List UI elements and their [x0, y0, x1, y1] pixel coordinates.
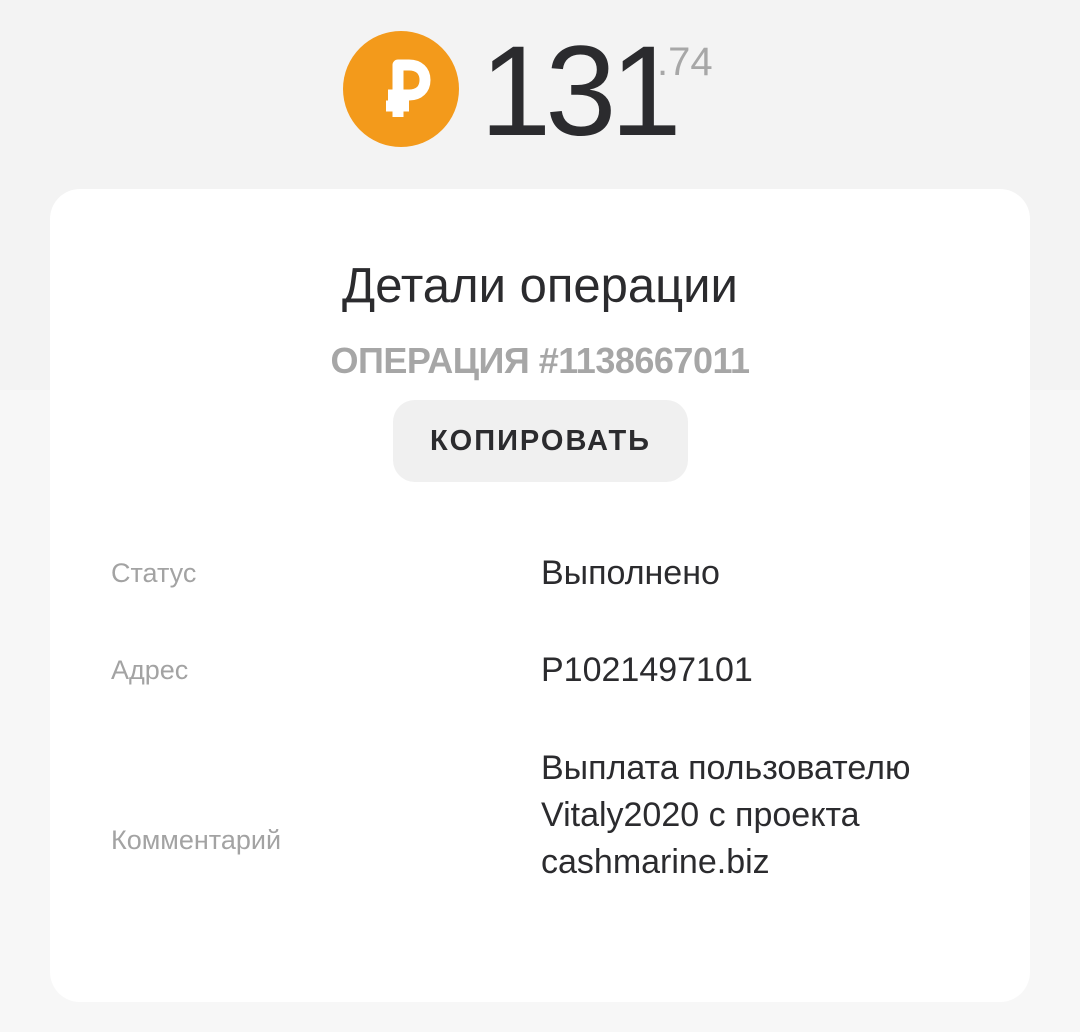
balance-header: 131 .74	[0, 0, 1080, 160]
address-value: P1021497101	[541, 651, 753, 689]
operation-number: ОПЕРАЦИЯ #1138667011	[330, 340, 750, 381]
comment-label: Комментарий	[111, 825, 282, 855]
status-value: Выполнено	[541, 554, 720, 592]
balance-amount: 131	[480, 20, 682, 163]
card-title: Детали операции	[342, 259, 738, 313]
address-label: Адрес	[111, 655, 189, 685]
status-label: Статус	[111, 558, 197, 588]
comment-value: Выплата пользователю Vitaly2020 с проект…	[541, 749, 911, 881]
copy-button[interactable]: КОПИРОВАТЬ	[393, 400, 688, 482]
ruble-coin-icon	[343, 31, 459, 147]
balance-fraction: .74	[657, 40, 713, 84]
